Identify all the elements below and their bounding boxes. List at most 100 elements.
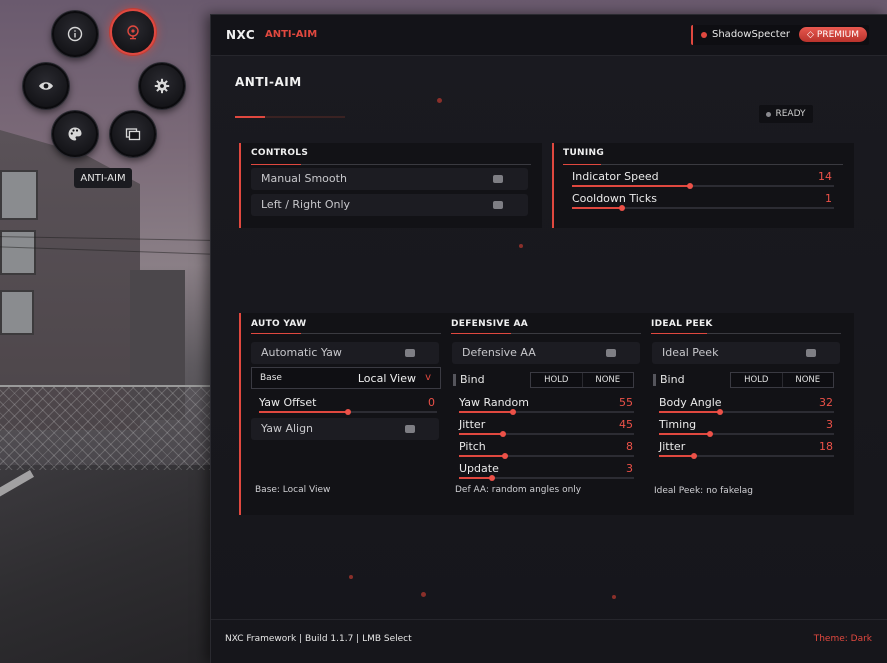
section-divider-accent: [563, 164, 601, 165]
title-underline: [235, 116, 345, 118]
header: NXC ANTI-AIM ShadowSpecter ◇ PREMIUM: [211, 15, 887, 56]
auto-yaw-note: Base: Local View: [255, 485, 331, 495]
bind-mode-hold[interactable]: HOLD: [731, 373, 782, 387]
decorative-particle: [421, 592, 426, 597]
manual-smooth-toggle[interactable]: Manual Smooth: [251, 168, 528, 190]
footer-divider: [211, 619, 887, 620]
section-divider-accent: [451, 333, 511, 334]
nav-theme-button[interactable]: [52, 111, 98, 157]
peek-jitter-label: Jitter: [659, 440, 686, 453]
footer-theme: Theme: Dark: [813, 634, 872, 644]
main-panel: NXC ANTI-AIM ShadowSpecter ◇ PREMIUM ANT…: [210, 14, 887, 663]
slider-thumb[interactable]: [691, 453, 697, 459]
toggle-label: Automatic Yaw: [261, 346, 342, 359]
decorative-particle: [349, 575, 353, 579]
brand-logo: NXC: [226, 28, 256, 42]
decorative-particle: [519, 244, 523, 248]
slider-thumb[interactable]: [687, 183, 693, 189]
yaw-offset-label: Yaw Offset: [259, 396, 317, 409]
checkbox-off-icon: [405, 349, 415, 357]
nav-settings-button[interactable]: [139, 63, 185, 109]
nav-configs-button[interactable]: [110, 111, 156, 157]
timing-slider[interactable]: [659, 431, 834, 437]
body-angle-label: Body Angle: [659, 396, 722, 409]
gear-icon: [154, 78, 170, 94]
yaw-offset-slider[interactable]: [259, 409, 437, 415]
background-window: [0, 170, 38, 220]
pitch-label: Pitch: [459, 440, 486, 453]
slider-thumb[interactable]: [502, 453, 508, 459]
yaw-random-slider[interactable]: [459, 409, 634, 415]
nav-tooltip: ANTI-AIM: [74, 168, 132, 188]
dropdown-value: Local View: [357, 372, 416, 385]
bind-mode-hold[interactable]: HOLD: [531, 373, 582, 387]
yaw-align-toggle[interactable]: Yaw Align: [251, 418, 439, 440]
slider-thumb[interactable]: [510, 409, 516, 415]
nav-info-button[interactable]: [52, 11, 98, 57]
slider-fill: [459, 433, 503, 435]
header-subtitle: ANTI-AIM: [265, 29, 318, 40]
timing-label: Timing: [659, 418, 697, 431]
bind-marker: [653, 374, 656, 386]
crosshair-icon: [127, 25, 139, 40]
status-badge: READY: [759, 105, 813, 123]
folder-icon: [125, 128, 141, 141]
nav-antiaim-button[interactable]: [110, 9, 156, 55]
ideal-peek-toggle[interactable]: Ideal Peek: [652, 342, 840, 364]
slider-thumb[interactable]: [489, 475, 495, 481]
peek-jitter-value: 18: [819, 440, 833, 453]
indicator-speed-value: 14: [818, 170, 832, 183]
checkbox-off-icon: [606, 349, 616, 357]
defensive-aa-toggle[interactable]: Defensive AA: [452, 342, 640, 364]
yaw-offset-value: 0: [428, 396, 435, 409]
slider-thumb[interactable]: [345, 409, 351, 415]
background-window: [0, 290, 34, 335]
premium-badge-label: PREMIUM: [816, 29, 860, 40]
section-divider-accent: [251, 164, 301, 165]
slider-thumb[interactable]: [500, 431, 506, 437]
tuning-title: TUNING: [563, 148, 605, 158]
toggle-label: Left / Right Only: [261, 198, 351, 211]
toggle-label: Defensive AA: [462, 346, 536, 359]
toggle-label: Ideal Peek: [662, 346, 719, 359]
bind-marker: [453, 374, 456, 386]
yaw-random-label: Yaw Random: [459, 396, 529, 409]
eye-icon: [39, 82, 53, 90]
footer-build-info: NXC Framework | Build 1.1.7 | LMB Select: [225, 634, 412, 644]
slider-fill: [572, 207, 622, 209]
user-profile[interactable]: ShadowSpecter ◇ PREMIUM: [691, 25, 869, 45]
cooldown-ticks-slider[interactable]: [572, 205, 834, 211]
info-icon: [67, 26, 83, 42]
page-title: ANTI-AIM: [235, 75, 302, 89]
jitter-slider[interactable]: [459, 431, 634, 437]
base-dropdown[interactable]: Base Local View v: [251, 367, 441, 389]
slider-thumb[interactable]: [619, 205, 625, 211]
slider-thumb[interactable]: [717, 409, 723, 415]
diamond-icon: ◇: [806, 29, 814, 40]
update-slider[interactable]: [459, 475, 634, 481]
background-fence: [0, 385, 210, 470]
nav-visuals-button[interactable]: [23, 63, 69, 109]
automatic-yaw-toggle[interactable]: Automatic Yaw: [251, 342, 439, 364]
status-label: READY: [775, 109, 806, 119]
body-angle-slider[interactable]: [659, 409, 834, 415]
slider-thumb[interactable]: [707, 431, 713, 437]
left-right-only-toggle[interactable]: Left / Right Only: [251, 194, 528, 216]
pitch-slider[interactable]: [459, 453, 634, 459]
tuning-section: TUNING Indicator Speed 14 Cooldown Ticks…: [552, 143, 854, 228]
defensive-bind-selector[interactable]: HOLD NONE: [530, 372, 634, 388]
peek-jitter-slider[interactable]: [659, 453, 834, 459]
timing-value: 3: [826, 418, 833, 431]
ideal-peek-note: Ideal Peek: no fakelag: [654, 486, 753, 496]
update-label: Update: [459, 462, 499, 475]
checkbox-off-icon: [493, 201, 503, 209]
bind-key-none[interactable]: NONE: [781, 373, 834, 387]
indicator-speed-slider[interactable]: [572, 183, 834, 189]
jitter-label: Jitter: [459, 418, 486, 431]
bind-key-none[interactable]: NONE: [581, 373, 634, 387]
defensive-aa-note: Def AA: random angles only: [455, 485, 582, 495]
ideal-peek-bind-selector[interactable]: HOLD NONE: [730, 372, 834, 388]
update-value: 3: [626, 462, 633, 475]
auto-yaw-title: AUTO YAW: [251, 319, 307, 329]
toggle-label: Yaw Align: [261, 422, 314, 435]
